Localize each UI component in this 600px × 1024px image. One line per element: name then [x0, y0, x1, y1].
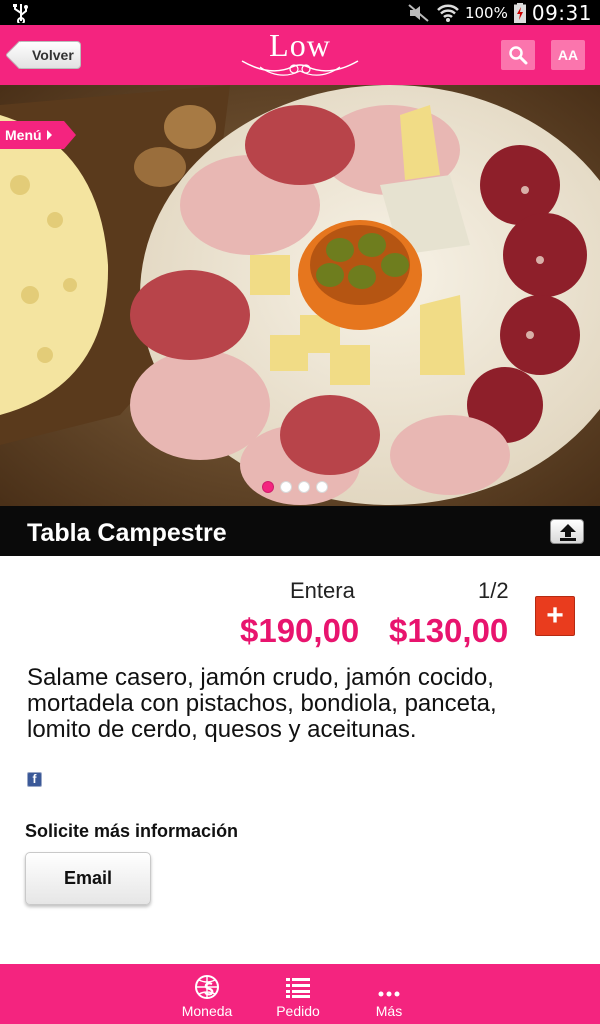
logo-ornament-icon — [241, 60, 359, 76]
font-size-button[interactable]: AA — [551, 40, 585, 70]
app-header: Volver Low AA — [0, 25, 600, 85]
search-button[interactable] — [501, 40, 535, 70]
plus-icon: + — [546, 599, 564, 632]
wifi-icon — [437, 4, 459, 22]
font-size-label: AA — [557, 47, 579, 63]
price-value-whole: $190,00 — [240, 612, 360, 649]
status-bar: 100% 09:31 — [0, 0, 600, 25]
battery-icon — [513, 2, 526, 23]
price-value-half: $130,00 — [389, 612, 509, 649]
upload-icon — [560, 524, 576, 541]
charcuterie-photo — [0, 85, 600, 506]
carousel-dot[interactable] — [280, 481, 292, 493]
back-button-label: Volver — [32, 47, 74, 63]
carousel-dot[interactable] — [298, 481, 310, 493]
tab-pedido[interactable]: Pedido — [258, 974, 338, 1024]
tab-moneda[interactable]: Moneda — [167, 974, 247, 1024]
menu-tab[interactable]: Menú — [0, 121, 76, 149]
carousel-dot[interactable] — [316, 481, 328, 493]
price-label-half: 1/2 — [478, 578, 509, 603]
list-icon — [286, 978, 310, 998]
tab-mas-label: Más — [375, 1003, 403, 1019]
tab-moneda-label: Moneda — [181, 1003, 233, 1019]
product-image-carousel[interactable]: Menú — [0, 85, 600, 506]
tab-pedido-label: Pedido — [276, 1003, 320, 1019]
battery-percent: 100% — [464, 3, 508, 22]
product-title-bar: Tabla Campestre — [0, 506, 600, 556]
currency-globe-icon — [195, 975, 219, 999]
price-label-whole: Entera — [290, 578, 355, 603]
back-button[interactable]: Volver — [17, 41, 81, 69]
bottom-nav: Moneda Pedido Más — [0, 964, 600, 1024]
email-button-label: Email — [63, 868, 113, 888]
tab-mas[interactable]: Más — [349, 974, 429, 1024]
logo: Low — [240, 27, 360, 83]
carousel-dots — [262, 481, 328, 493]
status-right: 100% 09:31 — [407, 0, 592, 25]
facebook-icon[interactable]: f — [27, 772, 42, 787]
search-icon — [509, 46, 528, 65]
add-to-order-button[interactable]: + — [535, 596, 575, 636]
usb-icon — [13, 4, 28, 23]
menu-arrow-icon — [46, 130, 52, 140]
clock: 09:31 — [531, 0, 592, 25]
mute-icon — [408, 3, 429, 22]
email-button[interactable]: Email — [25, 852, 151, 905]
share-button[interactable] — [550, 519, 584, 544]
menu-tab-label: Menú — [5, 127, 42, 143]
carousel-dot[interactable] — [262, 481, 274, 493]
product-description: Salame casero, jamón crudo, jamón cocido… — [27, 664, 497, 743]
more-icon — [378, 991, 400, 997]
product-title: Tabla Campestre — [27, 519, 227, 547]
info-heading: Solicite más información — [25, 821, 239, 841]
app-screen: 100% 09:31 Volver Low AA Menú Tabla Camp… — [0, 0, 600, 1024]
